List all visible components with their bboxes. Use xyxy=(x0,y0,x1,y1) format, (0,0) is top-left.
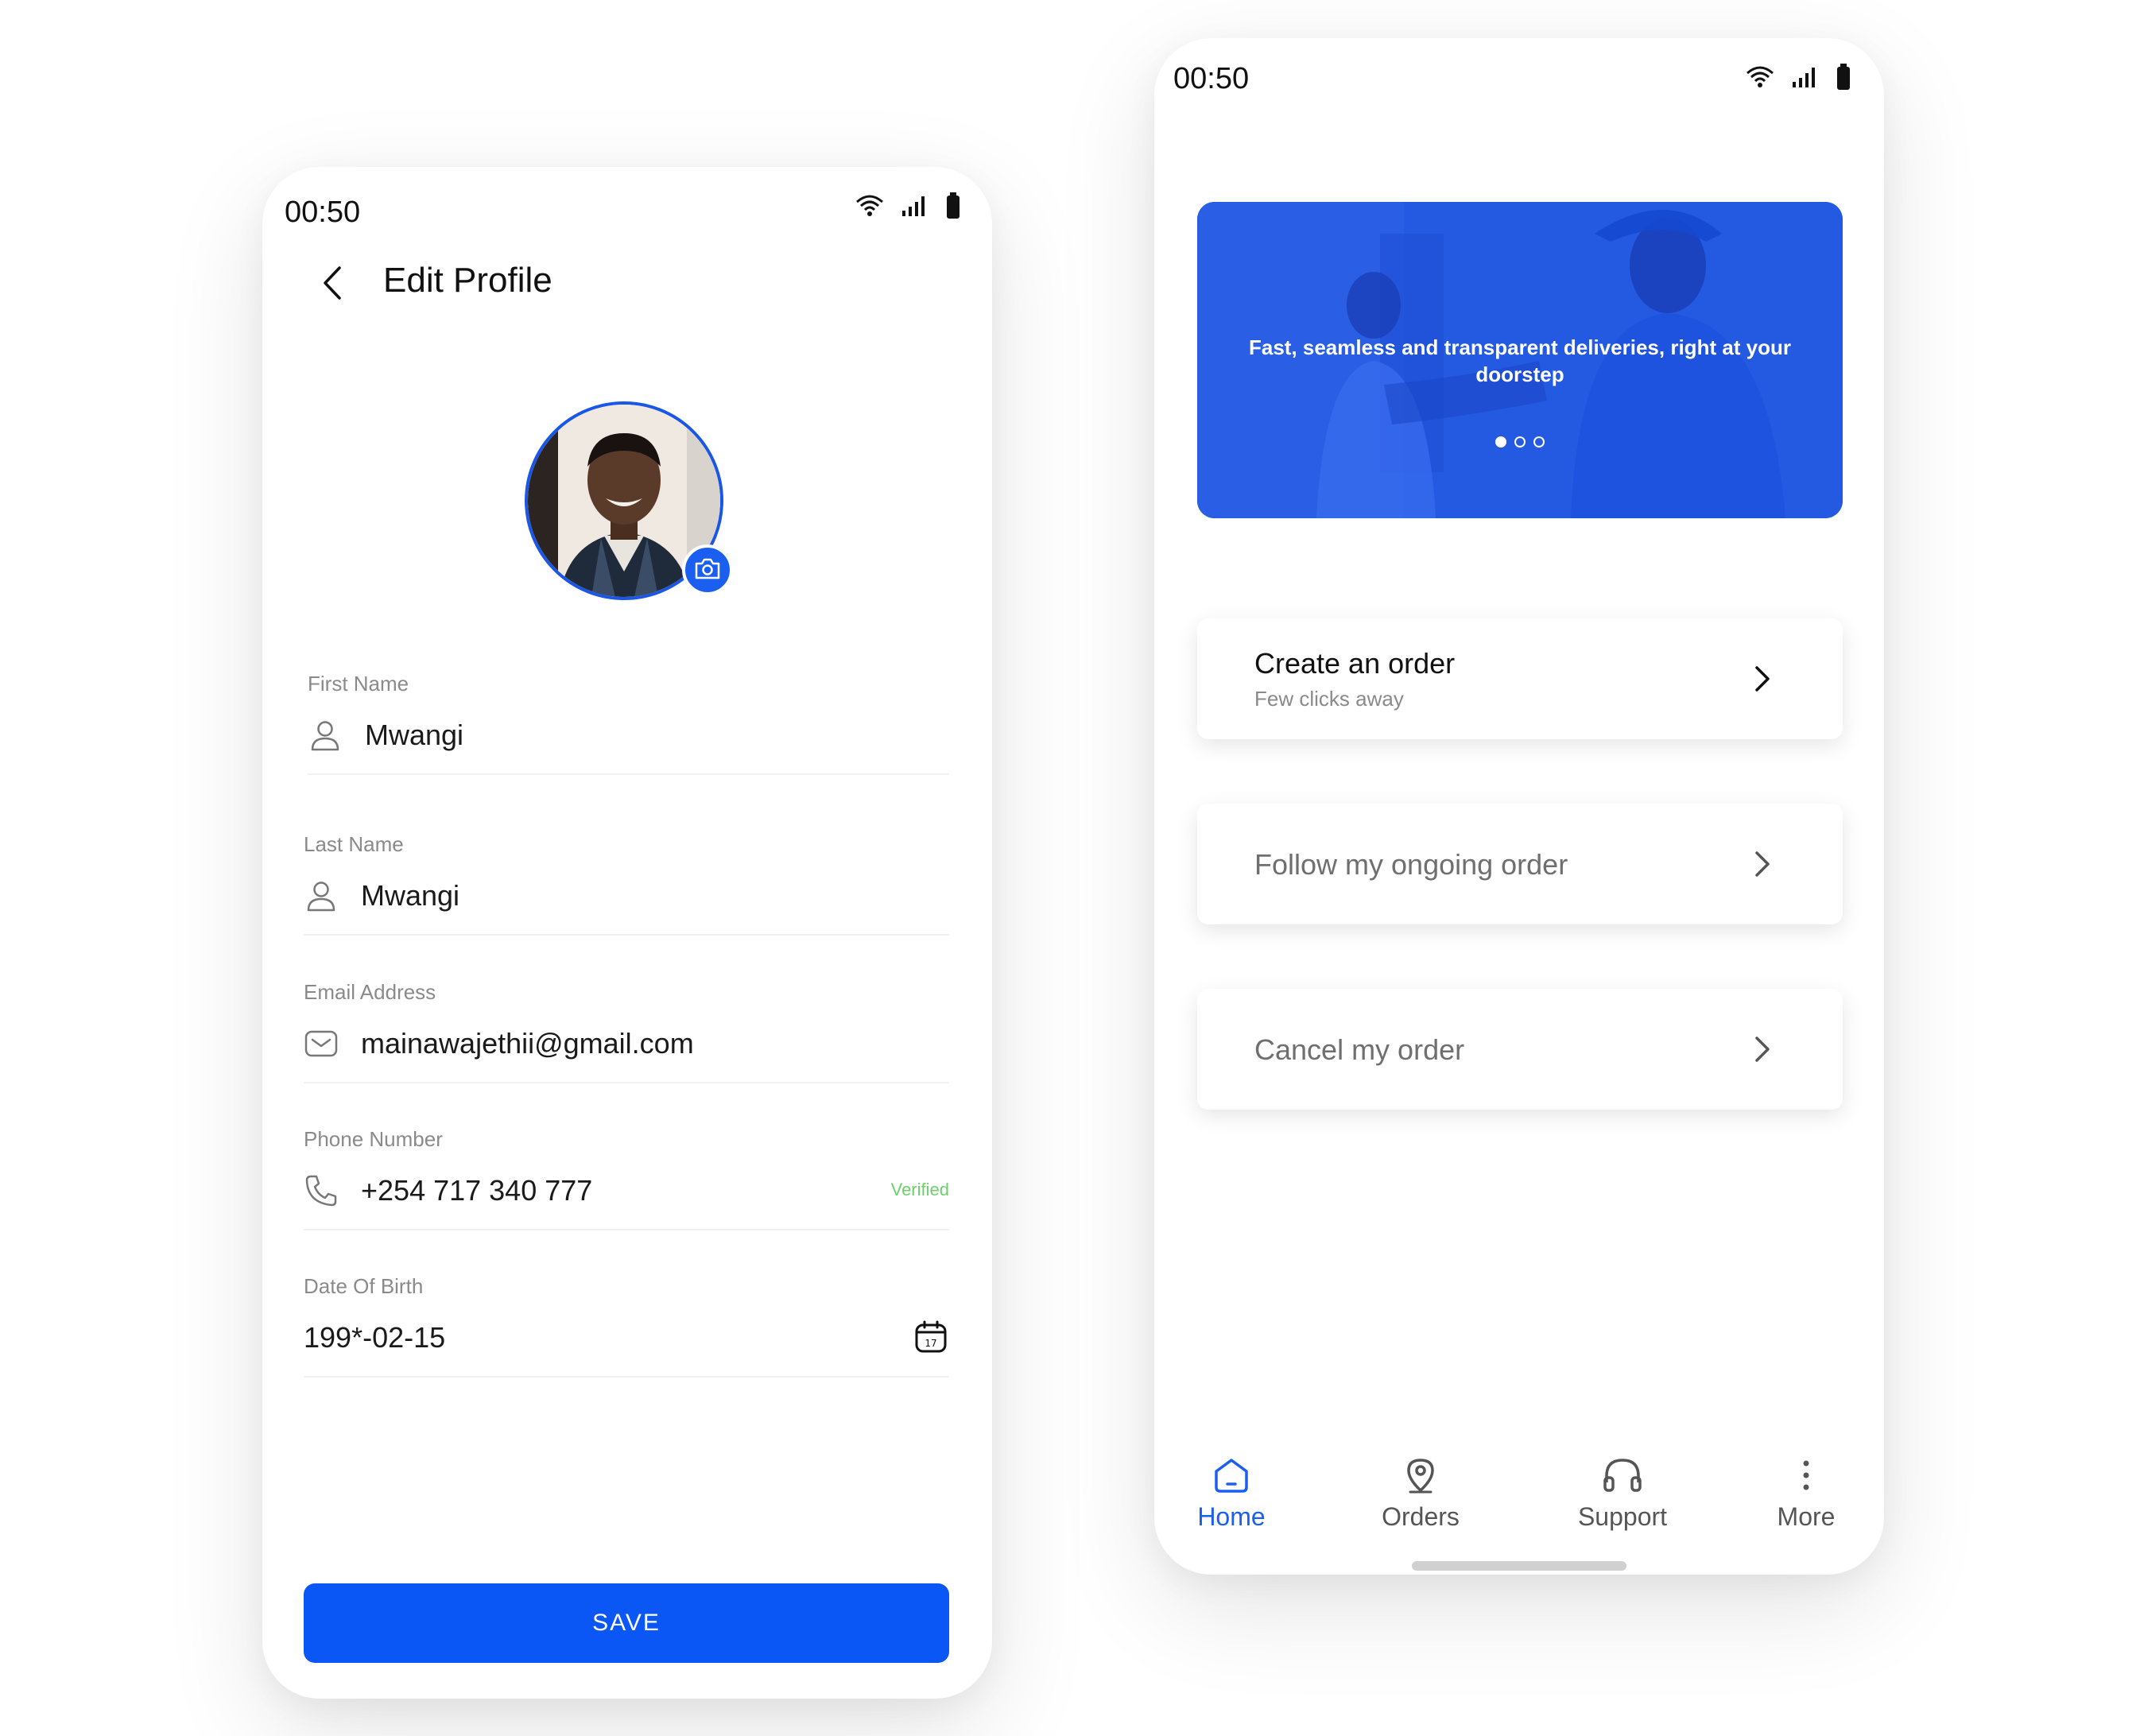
person-icon xyxy=(304,878,339,913)
nav-label-home: Home xyxy=(1197,1502,1266,1531)
verified-badge: Verified xyxy=(890,1180,949,1199)
create-order-title: Create an order xyxy=(1254,647,1456,680)
first-name-input[interactable]: Mwangi xyxy=(365,718,463,753)
follow-order-card[interactable]: Follow my ongoing order xyxy=(1197,804,1843,924)
field-divider xyxy=(304,1229,949,1230)
field-divider xyxy=(304,934,949,936)
wifi-icon xyxy=(1746,65,1774,89)
carousel-dots xyxy=(1197,436,1843,448)
phone-icon xyxy=(304,1173,339,1208)
nav-item-more[interactable]: More xyxy=(1747,1453,1866,1532)
more-vertical-icon xyxy=(1784,1453,1828,1498)
svg-text:17: 17 xyxy=(925,1338,936,1349)
create-order-card[interactable]: Create an order Few clicks away xyxy=(1197,618,1843,739)
phone-input[interactable]: +254 717 340 777 xyxy=(361,1173,592,1208)
battery-icon xyxy=(1836,64,1851,91)
home-icon xyxy=(1209,1453,1254,1498)
mail-icon xyxy=(304,1026,339,1061)
save-button[interactable]: SAVE xyxy=(304,1583,949,1663)
phone-label: Phone Number xyxy=(304,1127,443,1151)
calendar-icon[interactable]: 17 xyxy=(913,1319,949,1355)
promo-banner-carousel[interactable]: Fast, seamless and transparent deliverie… xyxy=(1197,202,1843,518)
carousel-dot[interactable] xyxy=(1533,436,1545,448)
email-label: Email Address xyxy=(304,980,436,1004)
date-of-birth-label: Date Of Birth xyxy=(304,1274,424,1298)
date-of-birth-field[interactable]: Date Of Birth 199*-02-15 17 xyxy=(304,1274,949,1393)
edit-profile-screen: 00:50 Edit Profile First Name Mwangi Las… xyxy=(262,167,992,1699)
nav-label-more: More xyxy=(1777,1502,1836,1531)
change-photo-button[interactable] xyxy=(682,544,733,595)
phone-field[interactable]: Phone Number +254 717 340 777 Verified xyxy=(304,1127,949,1246)
status-time: 00:50 xyxy=(1173,62,1250,95)
field-divider xyxy=(304,1082,949,1083)
nav-item-home[interactable]: Home xyxy=(1172,1453,1291,1532)
email-field[interactable]: Email Address mainawajethii@gmail.com xyxy=(304,980,949,1099)
field-divider xyxy=(304,1376,949,1378)
chevron-right-icon xyxy=(1750,848,1774,880)
person-icon xyxy=(308,718,343,753)
signal-icon xyxy=(901,195,928,217)
page-title: Edit Profile xyxy=(383,261,552,300)
date-of-birth-input[interactable]: 199*-02-15 xyxy=(304,1320,445,1355)
chevron-left-icon xyxy=(320,265,344,305)
last-name-field[interactable]: Last Name Mwangi xyxy=(304,832,949,951)
headset-icon xyxy=(1600,1453,1645,1498)
first-name-field[interactable]: First Name Mwangi xyxy=(308,672,949,791)
create-order-subtitle: Few clicks away xyxy=(1254,687,1404,711)
battery-icon xyxy=(946,192,960,219)
banner-text: Fast, seamless and transparent deliverie… xyxy=(1248,335,1792,386)
carousel-dot[interactable] xyxy=(1514,436,1526,448)
status-icons xyxy=(855,192,960,219)
last-name-input[interactable]: Mwangi xyxy=(361,878,459,913)
nav-item-orders[interactable]: Orders xyxy=(1361,1453,1480,1532)
nav-label-orders: Orders xyxy=(1382,1502,1460,1531)
status-time: 00:50 xyxy=(285,196,361,229)
home-indicator[interactable] xyxy=(1412,1561,1626,1571)
wifi-icon xyxy=(855,194,884,218)
cancel-order-title: Cancel my order xyxy=(1254,1033,1465,1066)
camera-icon xyxy=(694,556,721,584)
status-icons xyxy=(1746,64,1851,91)
signal-icon xyxy=(1792,66,1819,88)
carousel-dot-active[interactable] xyxy=(1495,436,1506,448)
email-input[interactable]: mainawajethii@gmail.com xyxy=(361,1026,694,1061)
field-divider xyxy=(308,773,949,775)
first-name-label: First Name xyxy=(308,672,409,696)
chevron-right-icon xyxy=(1750,1033,1774,1065)
cancel-order-card[interactable]: Cancel my order xyxy=(1197,989,1843,1110)
follow-order-title: Follow my ongoing order xyxy=(1254,848,1568,881)
bottom-nav: Home Orders Support More xyxy=(1154,1453,1884,1548)
chevron-right-icon xyxy=(1750,663,1774,695)
last-name-label: Last Name xyxy=(304,832,404,856)
location-pin-icon xyxy=(1398,1453,1443,1498)
back-button[interactable] xyxy=(310,262,355,307)
nav-item-support[interactable]: Support xyxy=(1563,1453,1682,1532)
home-screen: 00:50 Fast, seamless and transparent del… xyxy=(1154,38,1884,1575)
nav-label-support: Support xyxy=(1577,1502,1668,1531)
